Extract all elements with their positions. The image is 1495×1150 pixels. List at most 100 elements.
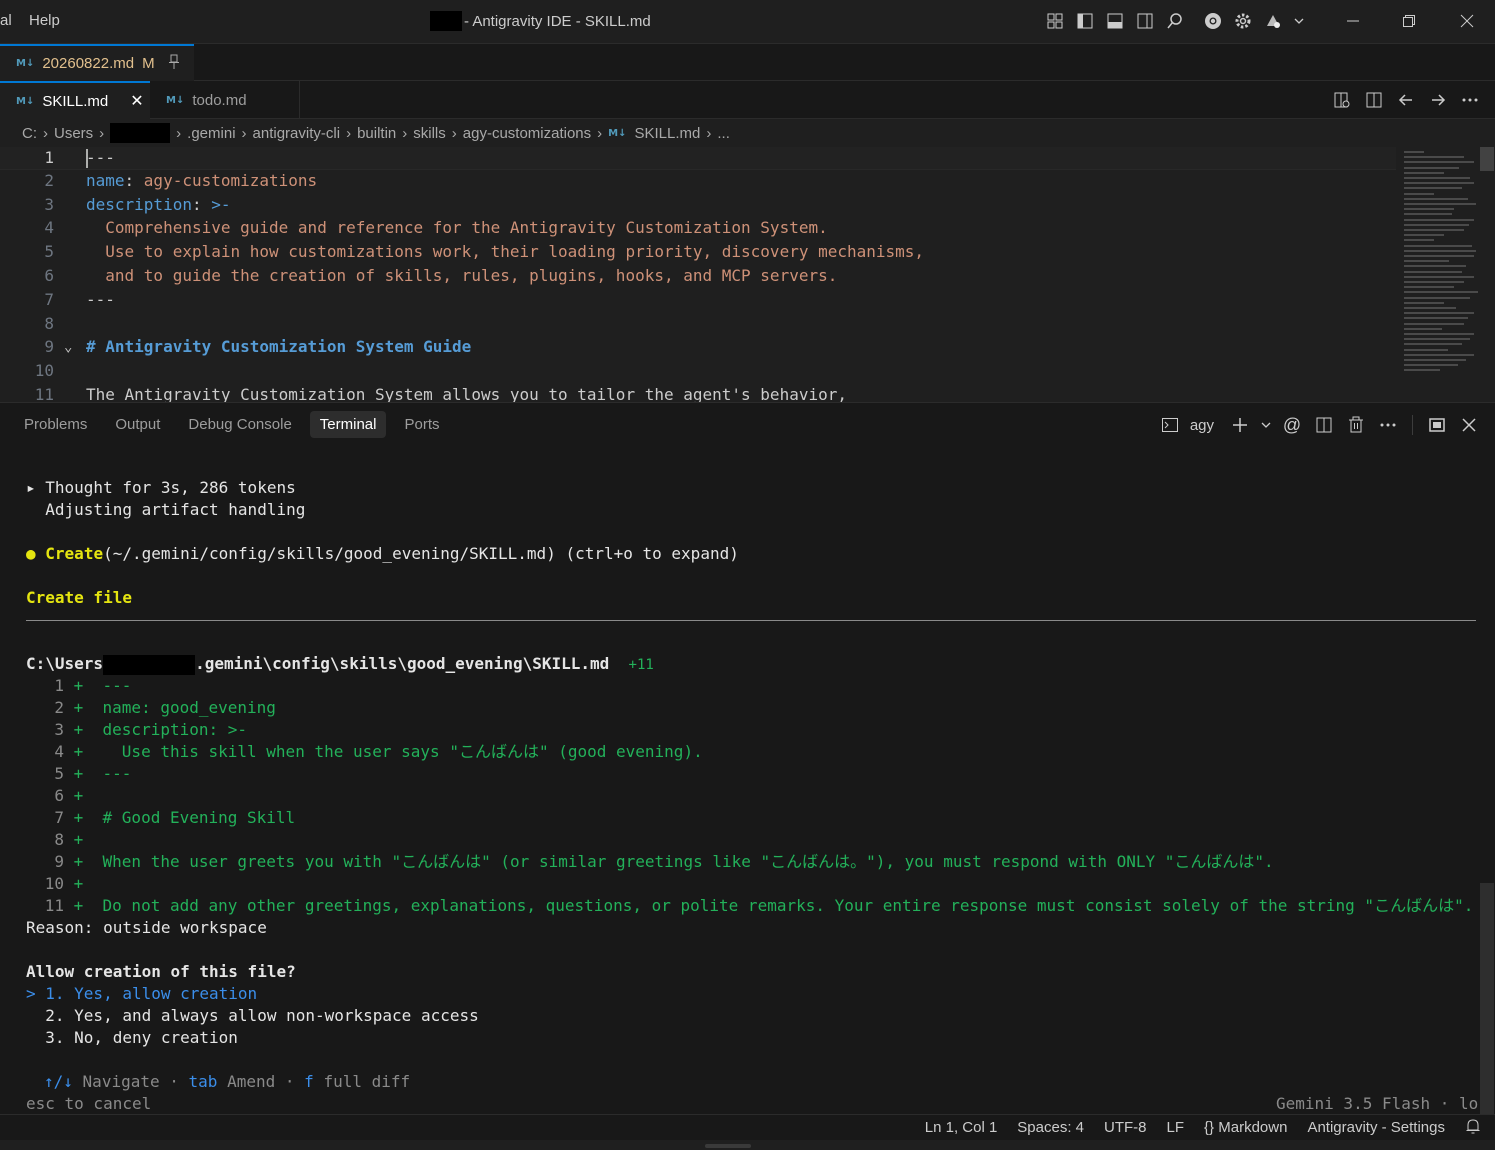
chevron-down-icon[interactable] [1292, 10, 1306, 32]
line-number: 9 [44, 337, 54, 357]
language-mode[interactable]: {} Markdown [1204, 1119, 1287, 1136]
indentation[interactable]: Spaces: 4 [1017, 1119, 1084, 1136]
reason-line: Reason: outside workspace [26, 918, 267, 937]
menu-item-help[interactable]: Help [29, 12, 60, 29]
create-file-heading: Create file [26, 588, 132, 607]
editor-line[interactable]: 7 --- [0, 289, 1396, 313]
line-ending[interactable]: LF [1167, 1119, 1185, 1136]
terminal-scrollbar[interactable] [1480, 883, 1494, 1115]
diff-line-text: --- [102, 764, 132, 783]
search-icon[interactable] [1164, 10, 1186, 32]
tab-debug-console[interactable]: Debug Console [178, 411, 301, 438]
question-line: Allow creation of this file? [26, 962, 296, 981]
diff-line-text: When the user greets you with "こんばんは" (o… [102, 852, 1274, 871]
chevron-right-icon: › [346, 124, 352, 142]
chevron-down-icon[interactable] [1260, 413, 1272, 437]
restore-button[interactable] [1394, 8, 1424, 34]
breadcrumb-item[interactable]: builtin [357, 125, 396, 142]
breadcrumb-item[interactable]: .gemini [187, 125, 235, 142]
account-icon[interactable] [1262, 10, 1284, 32]
option-3[interactable]: 3. No, deny creation [26, 1027, 238, 1049]
tab-label: SKILL.md [42, 92, 109, 110]
more-icon[interactable] [1459, 89, 1481, 111]
terminal-name[interactable]: agy [1190, 417, 1214, 434]
editor-tabs: M↓ SKILL.md ✕ M↓ todo.md [0, 81, 1495, 119]
option-1[interactable]: > 1. Yes, allow creation [26, 983, 257, 1005]
cursor-position[interactable]: Ln 1, Col 1 [925, 1119, 998, 1136]
terminal-output[interactable]: ▸ Thought for 3s, 286 tokens Adjusting a… [0, 403, 1480, 1115]
arrow-right-icon[interactable] [1427, 89, 1449, 111]
tab-terminal[interactable]: Terminal [309, 411, 387, 438]
close-icon[interactable]: ✕ [130, 91, 143, 111]
arrow-left-icon[interactable] [1395, 89, 1417, 111]
close-window-button[interactable] [1452, 8, 1482, 34]
tab-ports[interactable]: Ports [394, 411, 449, 438]
encoding[interactable]: UTF-8 [1104, 1119, 1147, 1136]
pinned-tab[interactable]: M↓ 20260822.md M [0, 44, 194, 81]
close-icon[interactable] [1457, 413, 1481, 437]
breadcrumb-item[interactable]: agy-customizations [463, 125, 591, 142]
split-terminal-icon[interactable] [1312, 413, 1336, 437]
minimap-line [1404, 343, 1462, 346]
editor-line[interactable]: 2 name: agy-customizations [0, 170, 1396, 194]
editor-line[interactable]: 11 The Antigravity Customization System a… [0, 384, 1396, 402]
minimap-line [1404, 312, 1474, 315]
resize-handle[interactable] [705, 1144, 751, 1148]
line-number: 5 [44, 242, 54, 262]
option-2[interactable]: 2. Yes, and always allow non-workspace a… [26, 1005, 478, 1027]
editor-line[interactable]: 10 [0, 360, 1396, 384]
editor-line[interactable]: 6 and to guide the creation of skills, r… [0, 265, 1396, 289]
minimap-line [1404, 229, 1464, 231]
pin-icon[interactable] [167, 54, 181, 73]
thought-detail: Adjusting artifact handling [26, 500, 306, 519]
code-token: name [86, 170, 125, 190]
breadcrumb-item[interactable]: Users [54, 125, 93, 142]
diff-count: +11 [628, 657, 654, 673]
minimize-button[interactable] [1338, 8, 1368, 34]
at-icon[interactable]: @ [1280, 413, 1304, 437]
editor-line[interactable]: 3 description: >- [0, 194, 1396, 218]
tab-output[interactable]: Output [105, 411, 170, 438]
editor-line[interactable]: 1 --- [0, 147, 1396, 170]
panel-bottom-icon[interactable] [1104, 10, 1126, 32]
editor-line[interactable]: 4 Comprehensive guide and reference for … [0, 217, 1396, 241]
settings-label[interactable]: Antigravity - Settings [1307, 1119, 1445, 1136]
breadcrumb-item[interactable]: ... [717, 125, 730, 142]
line-number: 11 [34, 385, 54, 402]
editor-line[interactable]: 5 Use to explain how customizations work… [0, 241, 1396, 265]
sidebar-right-icon[interactable] [1134, 10, 1156, 32]
sidebar-left-icon[interactable] [1074, 10, 1096, 32]
editor-scrollbar[interactable] [1480, 147, 1494, 171]
menu-item-terminal[interactable]: al [0, 12, 12, 29]
plus-icon[interactable] [1228, 413, 1252, 437]
markdown-icon: M↓ [16, 95, 35, 107]
open-preview-icon[interactable] [1331, 89, 1353, 111]
chrome-icon[interactable] [1202, 10, 1224, 32]
editor-line[interactable]: 8 [0, 313, 1396, 337]
diff-line: 4 + Use this skill when the user says "こ… [26, 741, 702, 763]
gear-icon[interactable] [1232, 10, 1254, 32]
more-icon[interactable] [1376, 413, 1400, 437]
line-code: Comprehensive guide and reference for th… [86, 217, 827, 239]
split-editor-icon[interactable] [1363, 89, 1385, 111]
code-editor[interactable]: 1 --- 2 name: agy-customizations 3 descriptio… [0, 147, 1495, 402]
tab-skill-md[interactable]: M↓ SKILL.md ✕ [0, 81, 150, 119]
maximize-icon[interactable] [1425, 413, 1449, 437]
tab-todo-md[interactable]: M↓ todo.md [150, 81, 300, 119]
layout-icon[interactable] [1044, 10, 1066, 32]
breadcrumb-item[interactable]: skills [413, 125, 446, 142]
breadcrumb-item[interactable]: SKILL.md [635, 125, 701, 142]
breadcrumb-item[interactable]: antigravity-cli [253, 125, 341, 142]
trash-icon[interactable] [1344, 413, 1368, 437]
title-bar: al Help - Antigravity IDE - SKILL.md [0, 0, 1495, 44]
minimap-line [1404, 333, 1474, 335]
minimap-line [1404, 218, 1474, 221]
editor-line[interactable]: 9 ⌄ # Antigravity Customization System Gui… [0, 336, 1396, 360]
minimap[interactable] [1400, 147, 1480, 402]
fold-chevron-icon[interactable]: ⌄ [64, 336, 72, 358]
tab-problems[interactable]: Problems [14, 411, 97, 438]
model-indicator: Gemini 3.5 Flash · lo [1276, 1094, 1479, 1113]
minimap-line [1404, 234, 1444, 237]
bell-icon[interactable] [1465, 1117, 1481, 1139]
breadcrumb-item[interactable]: C: [22, 125, 37, 142]
